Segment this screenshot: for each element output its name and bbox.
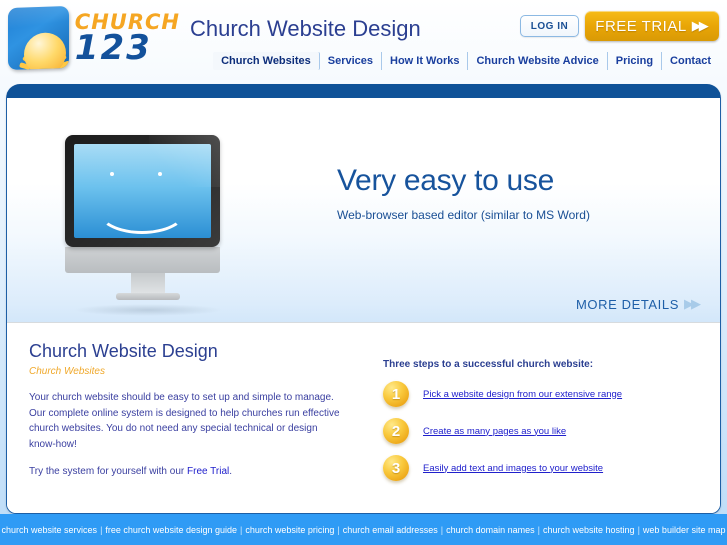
paragraph-2-suffix: . [229, 466, 233, 477]
site-logo[interactable]: CHURCH 123 [8, 4, 180, 72]
hero-text-block: Very easy to use Web-browser based edito… [337, 164, 590, 222]
footer-link-church-website-pricing[interactable]: church website pricing [245, 525, 334, 535]
free-trial-label: FREE TRIAL [595, 17, 687, 35]
content-paragraph-2: Try the system for yourself with our Fre… [29, 464, 345, 480]
sunrise-logo-icon [8, 5, 69, 71]
footer-link-church-email-addresses[interactable]: church email addresses [343, 525, 438, 535]
nav-item-church-website-advice[interactable]: Church Website Advice [468, 52, 608, 70]
nav-item-how-it-works[interactable]: How It Works [382, 52, 469, 70]
content-subheading: Church Websites [29, 366, 105, 377]
step-item: 2 Create as many pages as you like [383, 418, 683, 444]
hero-headline: Very easy to use [337, 164, 554, 197]
footer-link-church-domain-names[interactable]: church domain names [446, 525, 535, 535]
footer-link-web-builder-site-map[interactable]: web builder site map [643, 525, 726, 535]
step-link-3[interactable]: Easily add text and images to your websi… [423, 463, 603, 474]
nav-item-church-websites[interactable]: Church Websites [213, 52, 320, 70]
footer-link-church-website-hosting[interactable]: church website hosting [543, 525, 635, 535]
content-area: Church Website Design Church Websites Yo… [7, 323, 720, 513]
more-details-link[interactable]: MORE DETAILS ▶▶ [575, 296, 701, 312]
nav-item-contact[interactable]: Contact [662, 52, 719, 70]
more-details-label: MORE DETAILS [575, 296, 679, 312]
double-chevron-right-icon: ▶▶ [691, 18, 709, 33]
step-number-badge: 2 [383, 418, 409, 444]
step-number-badge: 1 [383, 381, 409, 407]
hero-subline: Web-browser based editor (similar to MS … [337, 208, 590, 222]
login-button[interactable]: LOG IN [520, 15, 579, 37]
footer-link-free-church-website-design-guide[interactable]: free church website design guide [105, 525, 237, 535]
logo-word-123: 123 [74, 27, 152, 68]
sun-disc-icon [24, 32, 66, 71]
step-number-badge: 3 [383, 455, 409, 481]
content-left-column: Church Website Design Church Websites Yo… [29, 341, 359, 513]
site-header: CHURCH 123 Church Website Design LOG IN … [0, 0, 727, 78]
footer-separator: | [537, 524, 541, 535]
desktop-monitor-smiley-icon [65, 135, 231, 316]
step-item: 3 Easily add text and images to your web… [383, 455, 683, 481]
step-link-1[interactable]: Pick a website design from our extensive… [423, 389, 622, 400]
page-title: Church Website Design [190, 16, 421, 41]
footer-separator: | [440, 524, 444, 535]
content-right-column: Three steps to a successful church websi… [383, 341, 683, 513]
nav-item-pricing[interactable]: Pricing [608, 52, 663, 70]
paragraph-2-prefix: Try the system for yourself with our [29, 466, 188, 477]
nav-item-services[interactable]: Services [320, 52, 382, 70]
footer-separator: | [637, 524, 640, 535]
free-trial-button[interactable]: FREE TRIAL ▶▶ [585, 11, 719, 41]
step-link-2[interactable]: Create as many pages as you like [423, 426, 566, 437]
content-paragraph-1: Your church website should be easy to se… [29, 392, 340, 450]
double-chevron-right-icon: ▶▶ [684, 296, 701, 311]
site-footer: church website services | free church webs… [0, 514, 727, 545]
hero-banner: Very easy to use Web-browser based edito… [7, 98, 720, 323]
footer-link-church-website-services[interactable]: church website services [2, 525, 98, 535]
footer-separator: | [337, 524, 340, 535]
content-heading: Church Website Design [29, 341, 218, 361]
footer-link-list: church website services | free church webs… [2, 525, 726, 535]
step-item: 1 Pick a website design from our extensi… [383, 381, 683, 407]
free-trial-link[interactable]: Free Trial [187, 466, 229, 477]
main-navigation: Church Websites Services How It Works Ch… [213, 52, 719, 70]
logo-wordmark: CHURCH 123 [74, 11, 180, 68]
steps-title: Three steps to a successful church websi… [383, 359, 594, 370]
main-panel: Very easy to use Web-browser based edito… [6, 84, 721, 514]
